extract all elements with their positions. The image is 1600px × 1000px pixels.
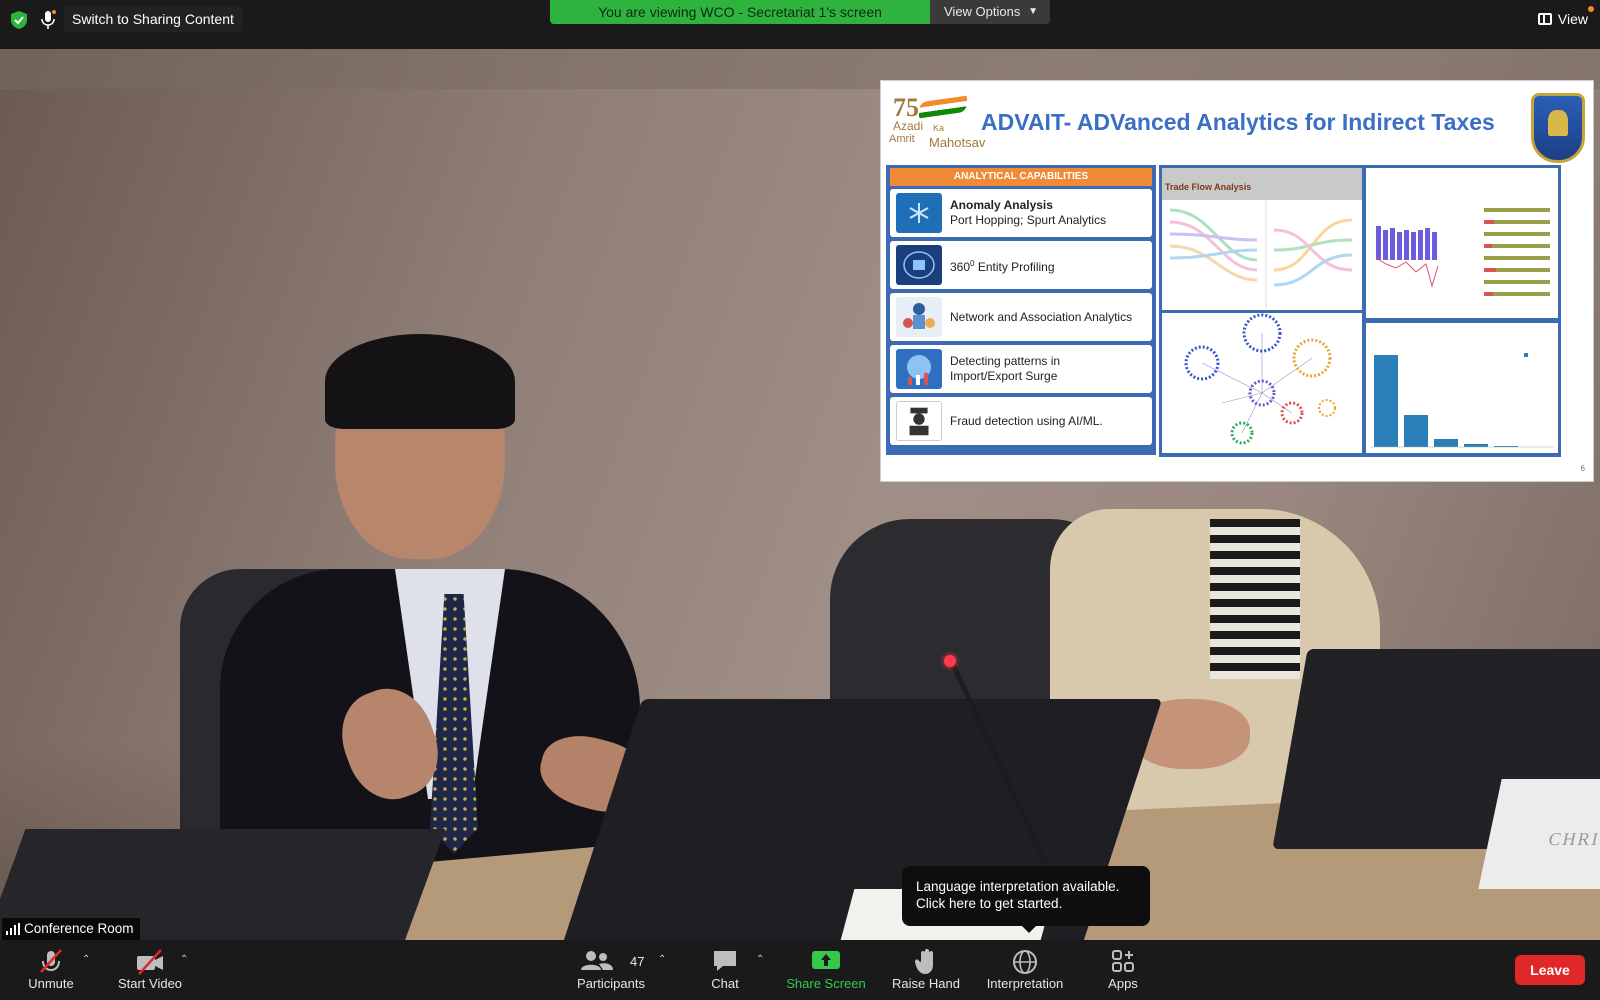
raise-hand-button[interactable]: Raise Hand bbox=[885, 940, 967, 1000]
microphone-light bbox=[944, 655, 956, 667]
network-graph-graphic bbox=[1184, 313, 1336, 445]
participant-name: Conference Room bbox=[24, 921, 134, 936]
trade-flow-title: Trade Flow Analysis bbox=[1162, 168, 1362, 200]
people-network-icon bbox=[896, 297, 942, 337]
start-video-label: Start Video bbox=[117, 976, 183, 991]
view-label: View bbox=[1557, 11, 1588, 27]
logo-ka: Ka bbox=[933, 123, 945, 133]
snowflake-icon bbox=[896, 193, 942, 233]
slide-title: ADVAIT- ADVanced Analytics for Indirect … bbox=[981, 109, 1495, 135]
slide-page-number: 6 bbox=[1580, 464, 1585, 473]
participants-caret-icon[interactable]: ⌃ bbox=[658, 954, 666, 965]
muted-mic-icon bbox=[40, 949, 62, 973]
apps-icon bbox=[1112, 950, 1134, 972]
apps-button[interactable]: Apps bbox=[1098, 940, 1148, 1000]
interpretation-label: Interpretation bbox=[986, 976, 1064, 991]
signal-strength-icon bbox=[6, 923, 20, 935]
leave-button[interactable]: Leave bbox=[1515, 955, 1585, 985]
bar-line-chart bbox=[1366, 168, 1558, 318]
bar-chart bbox=[1366, 323, 1558, 453]
viewing-screen-banner: You are viewing WCO - Secretariat 1's sc… bbox=[550, 0, 930, 24]
trade-flow-chart: Trade Flow Analysis bbox=[1162, 168, 1362, 310]
gallery-view-icon bbox=[1537, 13, 1552, 25]
participant-name-label: Conference Room bbox=[2, 918, 140, 940]
capability-title: Anomaly Analysis bbox=[950, 198, 1053, 212]
speaker-hair bbox=[325, 334, 515, 429]
capability-line1: Detecting patterns in bbox=[950, 354, 1061, 368]
switch-to-sharing-button[interactable]: Switch to Sharing Content bbox=[64, 6, 242, 32]
share-screen-button[interactable]: Share Screen bbox=[780, 940, 872, 1000]
audio-options-caret-icon[interactable]: ⌃ bbox=[82, 954, 90, 965]
video-off-icon bbox=[137, 949, 163, 975]
view-options-dropdown[interactable]: View Options ▼ bbox=[930, 0, 1050, 24]
capabilities-header: ANALYTICAL CAPABILITIES bbox=[890, 168, 1152, 186]
apps-label: Apps bbox=[1108, 976, 1138, 991]
top-bar: Switch to Sharing Content You are viewin… bbox=[0, 0, 1600, 49]
chevron-down-icon: ▼ bbox=[1028, 6, 1038, 17]
capability-line2: Import/Export Surge bbox=[950, 369, 1058, 383]
capability-item: 3600 Entity Profiling bbox=[890, 241, 1152, 289]
chat-label: Chat bbox=[711, 976, 739, 991]
fraud-spy-icon bbox=[896, 401, 942, 441]
capabilities-panel: ANALYTICAL CAPABILITIES Anomaly Analysis… bbox=[886, 165, 1156, 455]
capability-item: Detecting patterns in Import/Export Surg… bbox=[890, 345, 1152, 393]
view-options-label: View Options bbox=[944, 4, 1021, 19]
participants-button[interactable]: Participants bbox=[570, 940, 652, 1000]
encryption-shield-icon[interactable] bbox=[10, 10, 28, 30]
capability-item: Fraud detection using AI/ML. bbox=[890, 397, 1152, 445]
capability-item: Network and Association Analytics bbox=[890, 293, 1152, 341]
capability-title: 360 bbox=[950, 259, 971, 274]
start-video-button[interactable]: Start Video bbox=[110, 940, 190, 1000]
interpretation-button[interactable]: Interpretation bbox=[980, 940, 1070, 1000]
network-graph bbox=[1162, 313, 1362, 453]
chat-button[interactable]: Chat bbox=[695, 940, 755, 1000]
video-options-caret-icon[interactable]: ⌃ bbox=[180, 954, 188, 965]
tooltip-line1: Language interpretation available. bbox=[916, 879, 1120, 894]
meeting-toolbar: Unmute ⌃ Start Video ⌃ Participants 47 ⌃… bbox=[0, 940, 1600, 1000]
logo-mahotsav: Mahotsav bbox=[929, 135, 986, 150]
globe-icon bbox=[1013, 950, 1037, 974]
azadi-ka-amrit-mahotsav-logo: 75 Azadi Ka Amrit Mahotsav bbox=[889, 93, 985, 151]
capability-title-rest: Entity Profiling bbox=[974, 259, 1055, 274]
capability-title: Fraud detection using AI/ML. bbox=[950, 413, 1103, 428]
view-button[interactable]: View bbox=[1536, 6, 1594, 30]
notification-dot bbox=[1588, 6, 1594, 12]
bar-chart-graphic bbox=[1375, 208, 1550, 296]
raise-hand-label: Raise Hand bbox=[892, 976, 960, 991]
customs-emblem-icon bbox=[1531, 93, 1585, 163]
chat-caret-icon[interactable]: ⌃ bbox=[756, 954, 764, 965]
capability-subtitle: Port Hopping; Spurt Analytics bbox=[950, 213, 1107, 227]
bar-chart-graphic bbox=[1370, 353, 1554, 448]
tooltip-line2: Click here to get started. bbox=[916, 896, 1063, 911]
unmute-label: Unmute bbox=[28, 976, 74, 991]
raise-hand-icon bbox=[914, 949, 933, 974]
participant-count-badge: 47 bbox=[630, 954, 645, 969]
interpretation-tooltip[interactable]: Language interpretation available. Click… bbox=[902, 866, 1150, 933]
share-screen-icon bbox=[812, 951, 840, 969]
unmute-button[interactable]: Unmute bbox=[20, 940, 82, 1000]
flag-icon bbox=[919, 95, 967, 119]
participants-icon bbox=[581, 951, 613, 970]
participant-striped-top bbox=[1210, 519, 1300, 679]
shared-slide: 75 Azadi Ka Amrit Mahotsav ADVAIT- ADVan… bbox=[880, 80, 1594, 482]
capability-title: Network and Association Analytics bbox=[950, 309, 1133, 324]
chat-bubble-icon bbox=[714, 951, 736, 971]
logo-amrit: Amrit bbox=[889, 133, 915, 145]
sankey-diagram bbox=[1169, 200, 1353, 308]
chart-globe-icon bbox=[896, 349, 942, 389]
logo-azadi: Azadi bbox=[893, 119, 924, 133]
brain-ai-icon bbox=[896, 245, 942, 285]
share-screen-label: Share Screen bbox=[786, 976, 866, 991]
audio-mic-icon[interactable] bbox=[40, 10, 56, 30]
participants-label: Participants bbox=[577, 976, 645, 991]
capability-item: Anomaly Analysis Port Hopping; Spurt Ana… bbox=[890, 189, 1152, 237]
visualization-panel: Trade Flow Analysis bbox=[1159, 165, 1561, 457]
